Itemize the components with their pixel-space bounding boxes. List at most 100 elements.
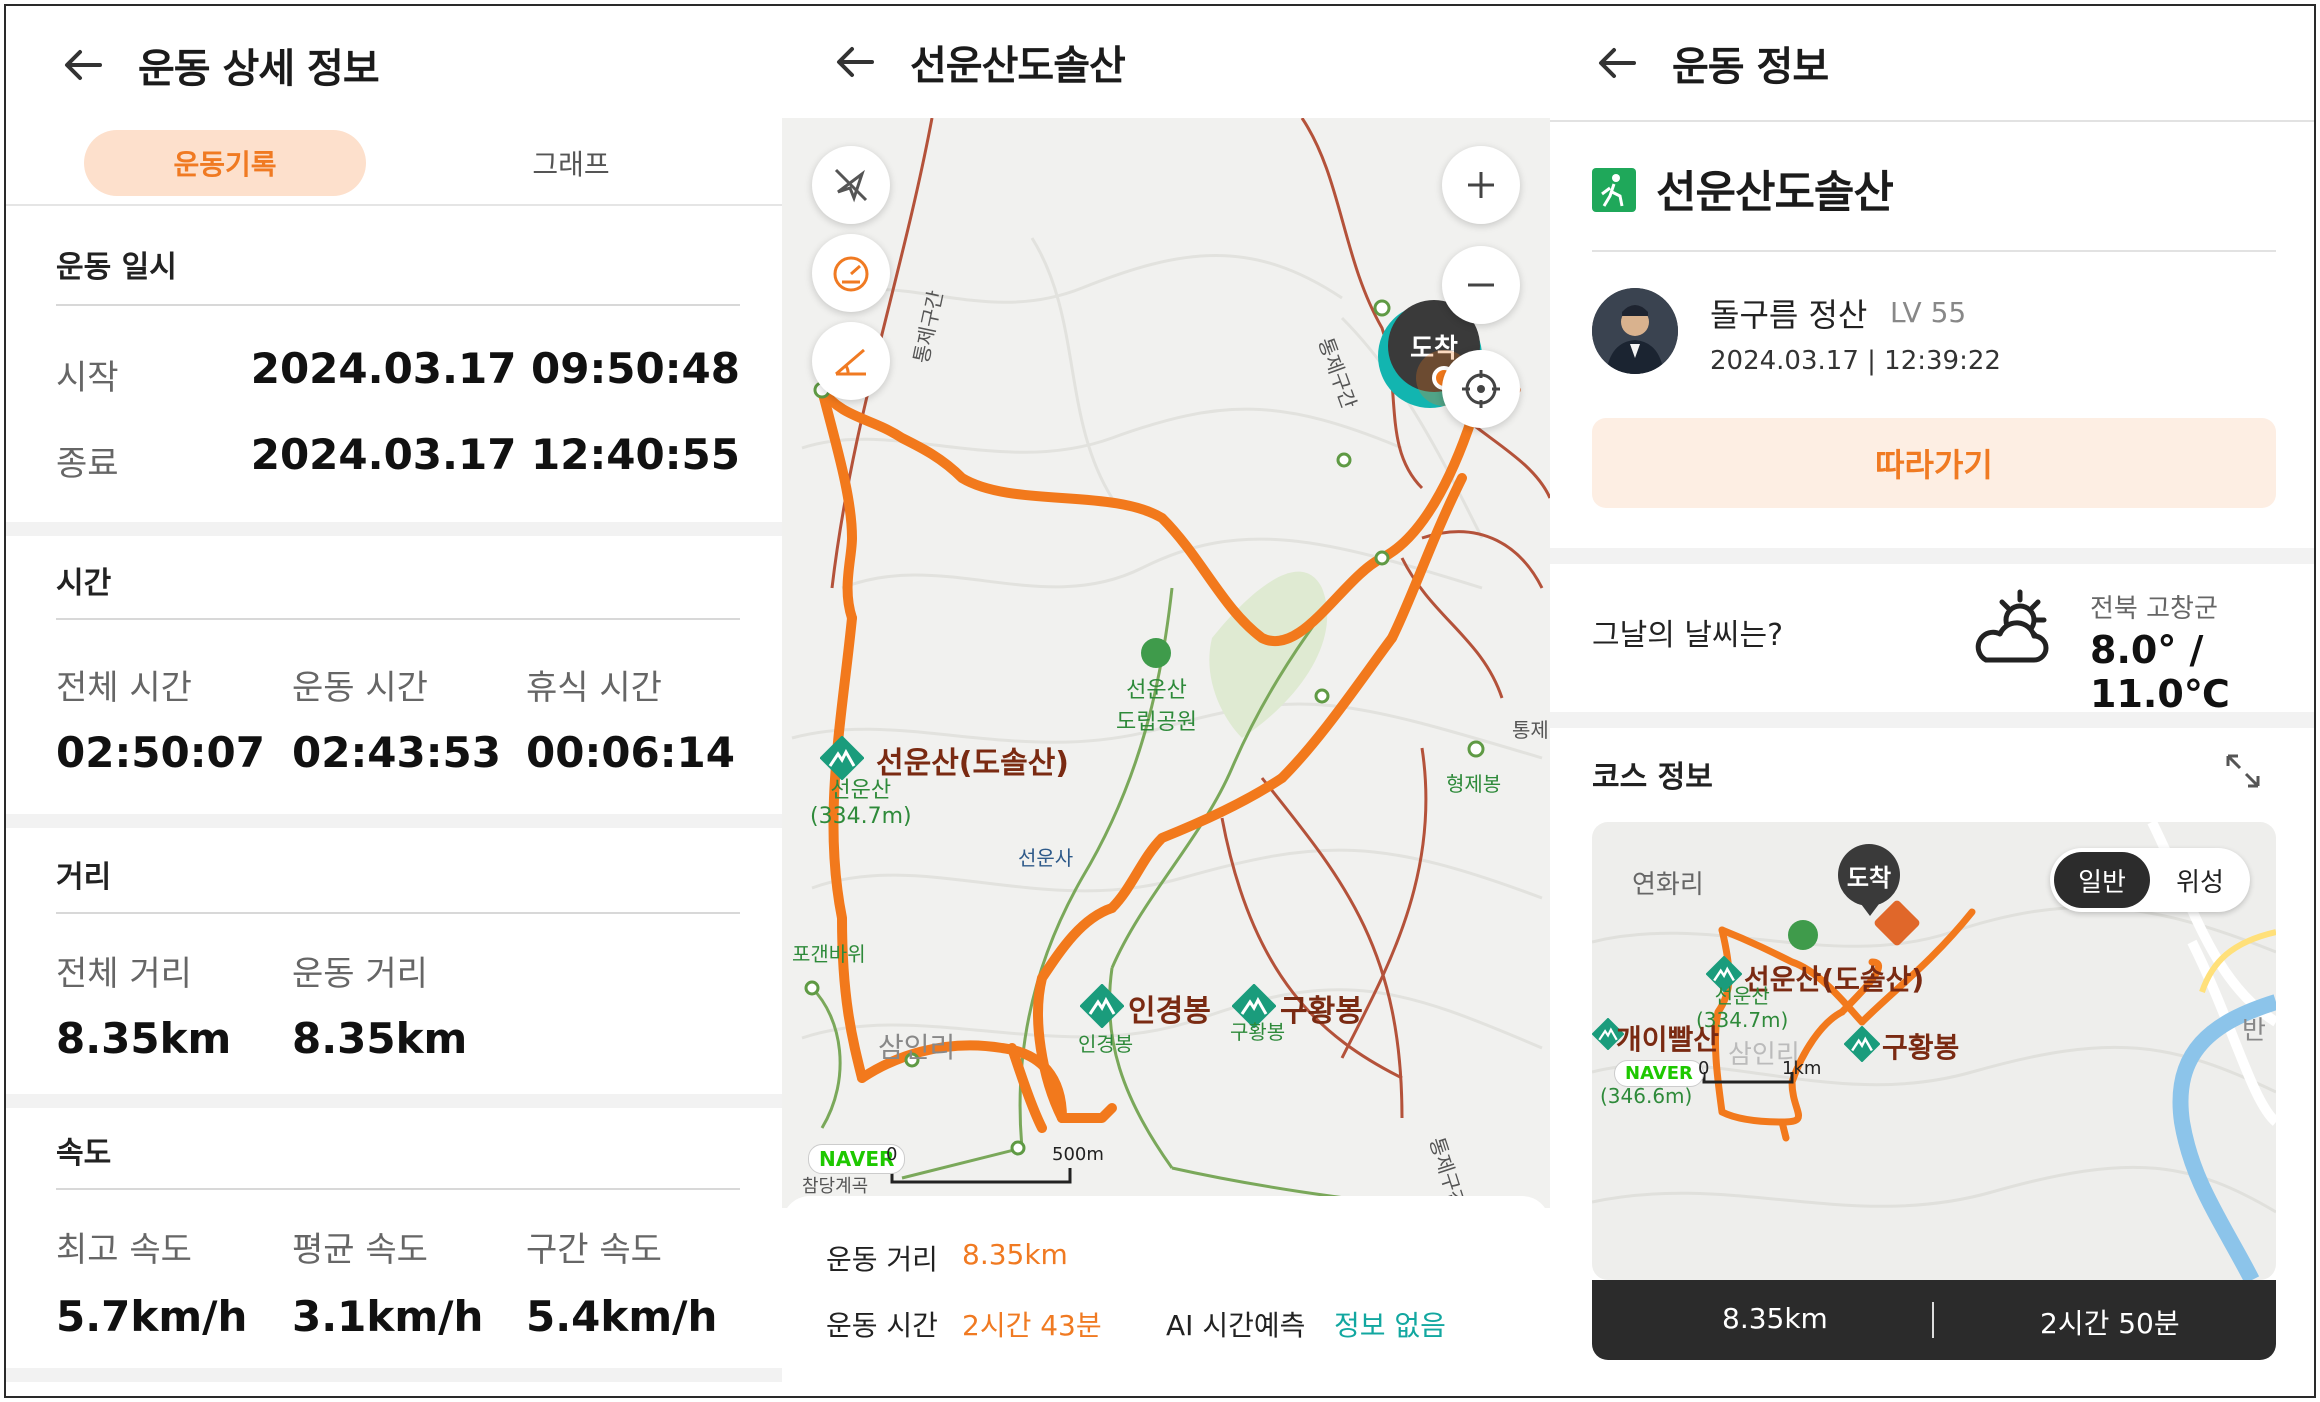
tab-exercise-record[interactable]: 운동기록 — [84, 130, 366, 196]
exercise-info-panel: 운동 정보 선운산도솔산 돌구름 정산 LV 55 2024.03.17 | 1… — [1550, 6, 2314, 1396]
rest-time-label: 휴식 시간 — [526, 668, 662, 708]
back-arrow-icon[interactable] — [1594, 40, 1640, 86]
locate-button[interactable] — [1442, 350, 1520, 428]
speed-button[interactable] — [812, 234, 890, 312]
temple-label: 선운사 — [1018, 846, 1074, 870]
mountain-peak-icon[interactable] — [1079, 983, 1125, 1029]
peak-label-guhwang: 구황봉 — [1882, 1031, 1960, 1064]
divider — [1550, 120, 2314, 122]
tab-graph[interactable]: 그래프 — [436, 130, 706, 196]
course-time: 2시간 50분 — [2040, 1307, 2180, 1340]
village-label: 삼인리 — [878, 1031, 956, 1064]
village-label: 연화리 — [1632, 870, 1704, 900]
peak-sublabel: (346.6m) — [1600, 1084, 1693, 1108]
total-time-label: 전체 시간 — [56, 668, 192, 708]
exercise-summary-sheet: 운동 거리 8.35km 운동 시간 2시간 43분 AI 시간예측 정보 없음 — [782, 1196, 1550, 1396]
mountain-peak-icon[interactable] — [1843, 1025, 1881, 1063]
total-time-value: 02:50:07 — [56, 728, 265, 777]
minimap-summary-bar: 8.35km 2시간 50분 — [1592, 1280, 2276, 1360]
rest-time-value: 00:06:14 — [526, 728, 735, 777]
map-mode-normal[interactable]: 일반 — [2054, 852, 2150, 908]
crosshair-icon — [1462, 370, 1500, 408]
end-label: 종료 — [56, 444, 119, 484]
zoom-out-button[interactable] — [1442, 246, 1520, 324]
exercise-distance-label: 운동 거리 — [292, 954, 428, 994]
course-distance: 8.35km — [1722, 1302, 1828, 1335]
course-minimap[interactable]: 연화리 선운산(도솔산) 선운산 (334.7m) 개이빨산 (346.6m) … — [1592, 822, 2276, 1280]
map-mode-satellite[interactable]: 위성 — [2154, 852, 2246, 908]
page-title: 운동 상세 정보 — [138, 46, 380, 92]
valley-label: 참당계곡 — [802, 1176, 869, 1197]
user-name[interactable]: 돌구름 정산 — [1710, 290, 1867, 336]
peak-label-guhwang: 구황봉 — [1280, 994, 1363, 1029]
follow-button[interactable]: 따라가기 — [1592, 418, 2276, 508]
time-label: 운동 시간 — [826, 1309, 938, 1342]
ai-prediction-value: 정보 없음 — [1334, 1309, 1446, 1342]
section-gap — [1550, 712, 2314, 728]
slope-button[interactable] — [812, 322, 890, 400]
user-level: LV 55 — [1890, 296, 1967, 329]
screenshot-frame: 운동 상세 정보 운동기록 그래프 운동 일시 시작 2024.03.17 09… — [4, 4, 2316, 1398]
page-title: 운동 정보 — [1672, 44, 1829, 90]
start-label: 시작 — [56, 358, 119, 398]
exercise-time-label: 운동 시간 — [292, 668, 428, 708]
partly-cloudy-icon — [1964, 584, 2060, 680]
peak-label-gaeippal: 개이빨산 — [1616, 1023, 1720, 1056]
section-gap — [6, 814, 782, 828]
scale-zero: 0 — [886, 1144, 898, 1165]
compass-off-button[interactable] — [812, 146, 890, 224]
max-speed-value: 5.7km/h — [56, 1292, 248, 1341]
divider — [1932, 1302, 1934, 1338]
peak-sublabel: 구황봉 — [1230, 1020, 1286, 1044]
scale-zero: 0 — [1698, 1058, 1710, 1079]
map-mode-toggle: 일반 위성 — [2050, 848, 2250, 912]
user-avatar[interactable] — [1592, 288, 1678, 374]
page-title: 선운산도솔산 — [910, 43, 1126, 89]
max-speed-label: 최고 속도 — [56, 1230, 192, 1270]
mountain-peak-icon[interactable] — [819, 735, 865, 781]
arrival-marker[interactable]: 도착 — [1838, 844, 1900, 906]
rock-label: 포갠바위 — [792, 942, 866, 966]
zoom-in-button[interactable] — [1442, 146, 1520, 224]
hiking-icon — [1592, 168, 1636, 212]
scale-label: 500m — [1052, 1144, 1104, 1165]
section-gap — [6, 1368, 782, 1382]
back-arrow-icon[interactable] — [832, 39, 878, 85]
section-title-time: 시간 — [56, 566, 112, 601]
arrival-pointer — [1858, 900, 1882, 916]
weather-temperature: 8.0° / 11.0℃ — [2090, 628, 2230, 716]
section-gap — [6, 1094, 782, 1108]
route-map[interactable]: 통제구간 통제구간 통제 통제구간 선운산 도립공원 선운산(도솔산) 선운산 … — [782, 118, 1550, 1208]
section-gap — [1550, 548, 2314, 564]
course-map-panel: 선운산도솔산 통제구간 통제구간 통제 통제구간 선운산 도립공원 선운산(도솔… — [782, 6, 1550, 1396]
expand-icon[interactable] — [2222, 750, 2264, 792]
section-gap — [6, 522, 782, 536]
ai-prediction-label: AI 시간예측 — [1166, 1309, 1306, 1342]
park-label: 선운산 도립공원 — [1116, 638, 1197, 736]
exercise-distance-value: 8.35km — [292, 1014, 468, 1063]
peak-label-main: 선운산(도솔산) — [876, 746, 1070, 781]
divider — [1592, 250, 2276, 252]
avg-speed-label: 평균 속도 — [292, 1230, 428, 1270]
section-speed-value: 5.4km/h — [526, 1292, 718, 1341]
map-label: 반 — [2242, 1016, 2266, 1046]
compass-off-icon — [834, 168, 868, 203]
distance-value: 8.35km — [962, 1238, 1068, 1271]
section-title-datetime: 운동 일시 — [56, 250, 177, 285]
back-arrow-icon[interactable] — [60, 42, 106, 88]
start-value: 2024.03.17 09:50:48 — [250, 344, 740, 393]
weather-region: 전북 고창군 — [2090, 594, 2218, 624]
hyeongje-label: 형제봉 — [1446, 772, 1502, 796]
section-title-speed: 속도 — [56, 1136, 112, 1171]
tab-bar: 운동기록 그래프 — [6, 128, 782, 206]
plus-icon — [1468, 172, 1494, 198]
naver-logo: NAVER — [1614, 1060, 1704, 1087]
course-info-title: 코스 정보 — [1592, 760, 1713, 795]
course-title: 선운산도솔산 — [1656, 167, 1894, 218]
divider — [56, 912, 740, 914]
road-label: 통제 — [1512, 718, 1549, 742]
distance-label: 운동 거리 — [826, 1243, 938, 1276]
section-speed-label: 구간 속도 — [526, 1230, 662, 1270]
minus-icon — [1468, 283, 1494, 287]
avg-speed-value: 3.1km/h — [292, 1292, 484, 1341]
